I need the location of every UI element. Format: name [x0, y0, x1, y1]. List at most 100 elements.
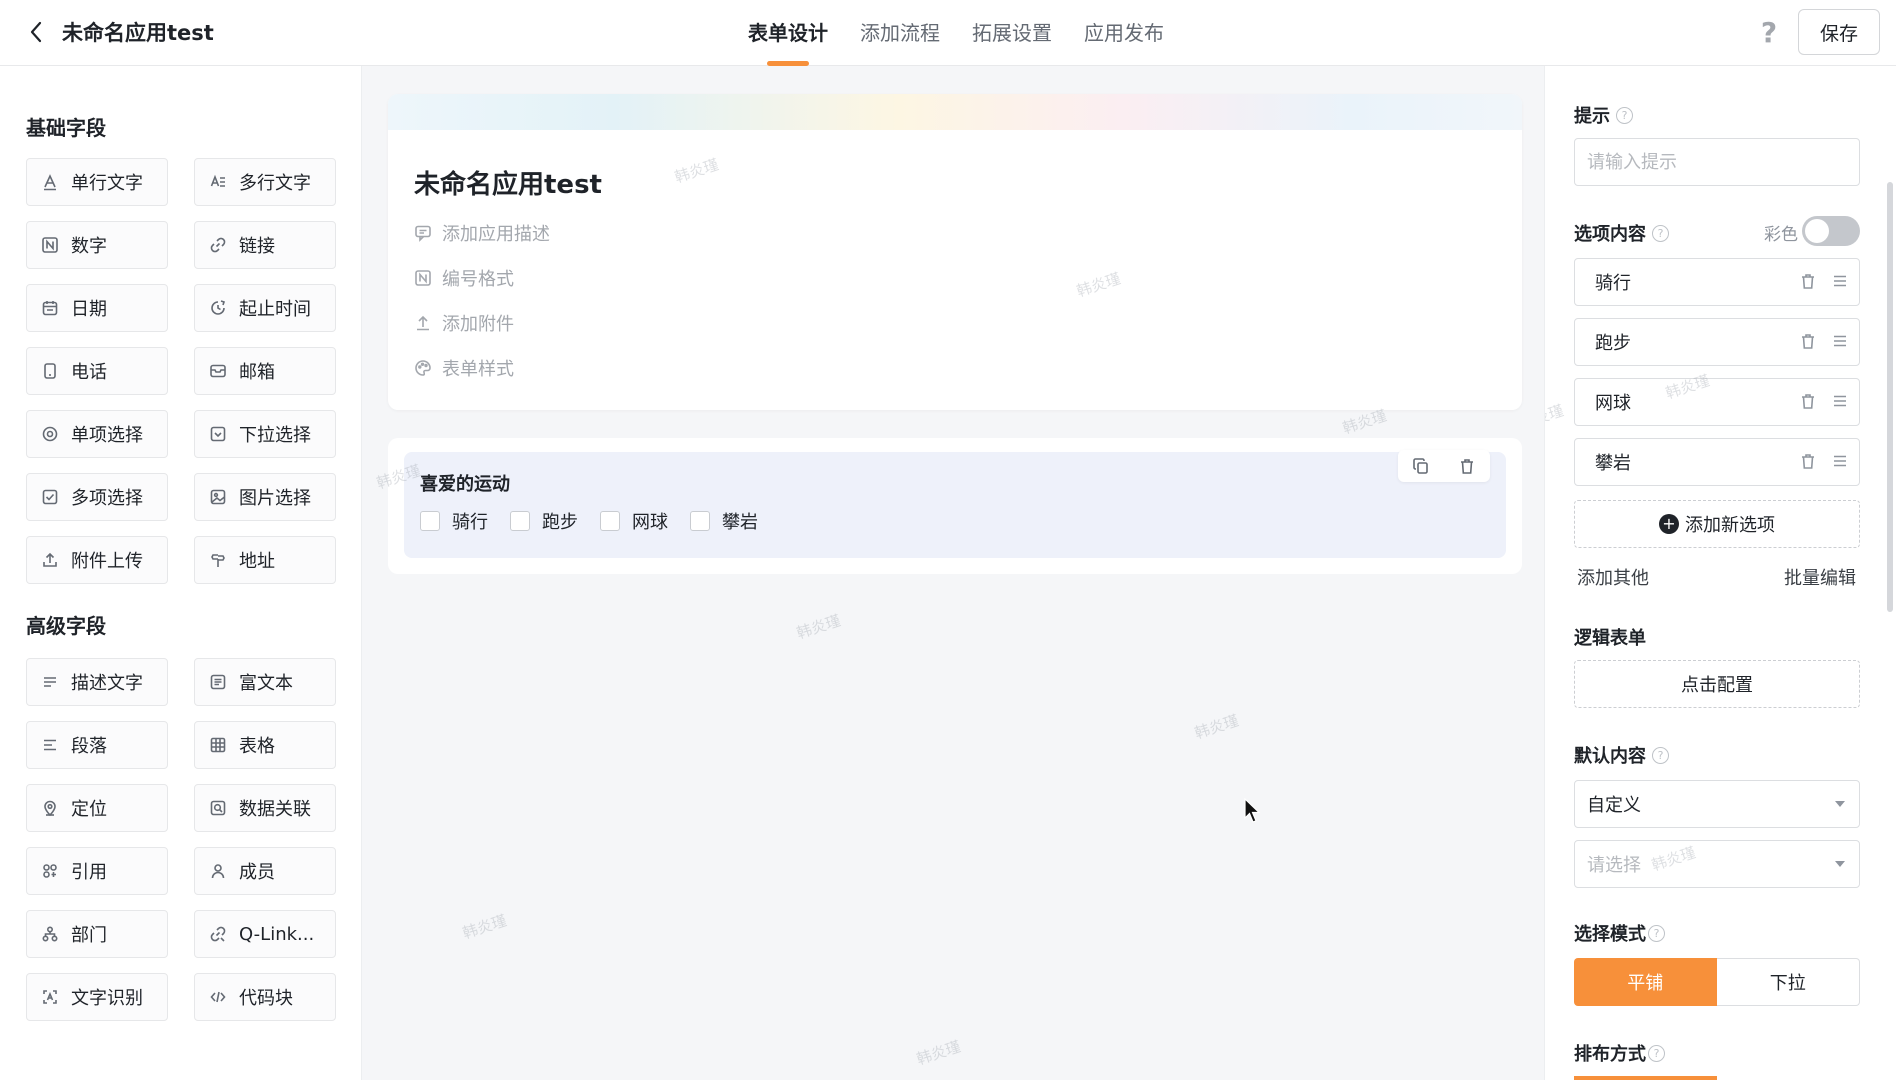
- question-option[interactable]: 跑步: [510, 508, 578, 534]
- question-option[interactable]: 骑行: [420, 508, 488, 534]
- checkbox[interactable]: [510, 511, 530, 531]
- question-selected-area[interactable]: 喜爱的运动 骑行 跑步 网球 攀岩: [404, 450, 1506, 558]
- add-option-button[interactable]: + 添加新选项: [1574, 500, 1860, 548]
- drag-handle[interactable]: [1831, 332, 1849, 350]
- field-location[interactable]: 定位: [26, 784, 168, 832]
- logic-form-label: 逻辑表单: [1574, 628, 1646, 649]
- field-image[interactable]: 图片选择: [194, 473, 336, 521]
- field-rich-text[interactable]: 富文本: [194, 658, 336, 706]
- field-upload[interactable]: 附件上传: [26, 536, 168, 584]
- delete-option-button[interactable]: [1799, 392, 1817, 410]
- color-toggle[interactable]: [1802, 216, 1860, 246]
- number-format-link[interactable]: 编号格式: [414, 265, 514, 291]
- tab-form-design[interactable]: 表单设计: [732, 0, 844, 66]
- question-option[interactable]: 网球: [600, 508, 668, 534]
- hint-input[interactable]: [1574, 138, 1860, 186]
- layout-label-text: 排布方式: [1574, 1044, 1646, 1065]
- option-row[interactable]: 骑行: [1574, 258, 1860, 306]
- form-style-link[interactable]: 表单样式: [414, 355, 514, 381]
- field-qlink[interactable]: Q-Link...: [194, 910, 336, 958]
- field-reference[interactable]: 引用: [26, 847, 168, 895]
- add-attachment-label: 添加附件: [442, 314, 514, 335]
- question-card[interactable]: 喜爱的运动 骑行 跑步 网球 攀岩: [388, 438, 1522, 574]
- field-number[interactable]: 数字: [26, 221, 168, 269]
- save-button[interactable]: 保存: [1798, 9, 1880, 55]
- mode-tile-button[interactable]: 平铺: [1574, 958, 1717, 1006]
- option-row-label: 跑步: [1595, 333, 1631, 354]
- link-icon: [209, 236, 227, 254]
- field-address[interactable]: 地址: [194, 536, 336, 584]
- default-content-label-text: 默认内容: [1574, 746, 1646, 767]
- field-text[interactable]: 单行文字: [26, 158, 168, 206]
- watermark: 韩炎瑾: [1544, 401, 1566, 433]
- drag-handle[interactable]: [1831, 272, 1849, 290]
- field-label: 多行文字: [239, 173, 311, 194]
- tab-add-workflow[interactable]: 添加流程: [844, 0, 956, 66]
- help-circle-icon[interactable]: ?: [1616, 106, 1633, 124]
- field-label: 多项选择: [71, 488, 143, 509]
- field-label: 链接: [239, 236, 275, 257]
- tab-extension-settings[interactable]: 拓展设置: [956, 0, 1068, 66]
- batch-edit-link[interactable]: 批量编辑: [1784, 564, 1856, 590]
- help-circle-icon[interactable]: ?: [1648, 1044, 1665, 1062]
- add-attachment-link[interactable]: 添加附件: [414, 310, 514, 336]
- tab-app-publish[interactable]: 应用发布: [1068, 0, 1180, 66]
- help-circle-icon[interactable]: ?: [1652, 224, 1669, 242]
- add-description-link[interactable]: 添加应用描述: [414, 220, 550, 246]
- question-options: 骑行 跑步 网球 攀岩: [420, 508, 780, 534]
- mode-dropdown-button[interactable]: 下拉: [1716, 958, 1860, 1006]
- copy-button[interactable]: [1412, 457, 1430, 475]
- help-circle-icon[interactable]: ?: [1652, 746, 1669, 764]
- field-label: Q-Link...: [239, 923, 315, 945]
- field-data-link[interactable]: 数据关联: [194, 784, 336, 832]
- form-title[interactable]: 未命名应用test: [414, 164, 602, 201]
- field-ocr[interactable]: 文字识别: [26, 973, 168, 1021]
- field-checkbox[interactable]: 多项选择: [26, 473, 168, 521]
- properties-scrollbar[interactable]: [1887, 182, 1893, 612]
- help-circle-icon[interactable]: ?: [1648, 924, 1665, 942]
- watermark: 韩炎瑾: [460, 911, 509, 943]
- option-row[interactable]: 攀岩: [1574, 438, 1860, 486]
- field-phone[interactable]: 电话: [26, 347, 168, 395]
- properties-panel: 提示? 选项内容? 彩色 骑行 跑步 网球 攀岩 + 添加新选项 添加其他 批量编…: [1544, 66, 1896, 1080]
- field-member[interactable]: 成员: [194, 847, 336, 895]
- checkbox[interactable]: [420, 511, 440, 531]
- field-time-range[interactable]: 起止时间: [194, 284, 336, 332]
- location-icon: [41, 799, 59, 817]
- delete-option-button[interactable]: [1799, 332, 1817, 350]
- help-icon[interactable]: ?: [1754, 16, 1784, 50]
- hint-label-text: 提示: [1574, 106, 1610, 127]
- delete-option-button[interactable]: [1799, 272, 1817, 290]
- field-description[interactable]: 描述文字: [26, 658, 168, 706]
- checkbox[interactable]: [600, 511, 620, 531]
- option-row[interactable]: 跑步: [1574, 318, 1860, 366]
- back-button[interactable]: [22, 18, 50, 46]
- configure-logic-button[interactable]: 点击配置: [1574, 660, 1860, 708]
- field-department[interactable]: 部门: [26, 910, 168, 958]
- field-link[interactable]: 链接: [194, 221, 336, 269]
- comment-icon: [415, 225, 431, 242]
- option-row-label: 攀岩: [1595, 453, 1631, 474]
- option-row[interactable]: 网球: [1574, 378, 1860, 426]
- add-other-link[interactable]: 添加其他: [1577, 564, 1649, 590]
- checkbox[interactable]: [690, 511, 710, 531]
- delete-option-button[interactable]: [1799, 452, 1817, 470]
- field-table[interactable]: 表格: [194, 721, 336, 769]
- drag-handle[interactable]: [1831, 392, 1849, 410]
- delete-button[interactable]: [1458, 457, 1476, 475]
- field-paragraph[interactable]: 段落: [26, 721, 168, 769]
- field-calendar[interactable]: 日期: [26, 284, 168, 332]
- form-header-card[interactable]: 未命名应用test 添加应用描述 编号格式 添加附件 表单样式: [388, 94, 1522, 410]
- field-multiline-text[interactable]: 多行文字: [194, 158, 336, 206]
- field-label: 电话: [71, 362, 107, 383]
- field-dropdown[interactable]: 下拉选择: [194, 410, 336, 458]
- trash-icon: [1802, 274, 1814, 289]
- question-option[interactable]: 攀岩: [690, 508, 758, 534]
- default-value-select[interactable]: 请选择: [1574, 840, 1860, 888]
- default-mode-select[interactable]: 自定义: [1574, 780, 1860, 828]
- field-radio[interactable]: 单项选择: [26, 410, 168, 458]
- app-title: 未命名应用test: [62, 21, 214, 45]
- field-code[interactable]: 代码块: [194, 973, 336, 1021]
- field-mail[interactable]: 邮箱: [194, 347, 336, 395]
- drag-handle[interactable]: [1831, 452, 1849, 470]
